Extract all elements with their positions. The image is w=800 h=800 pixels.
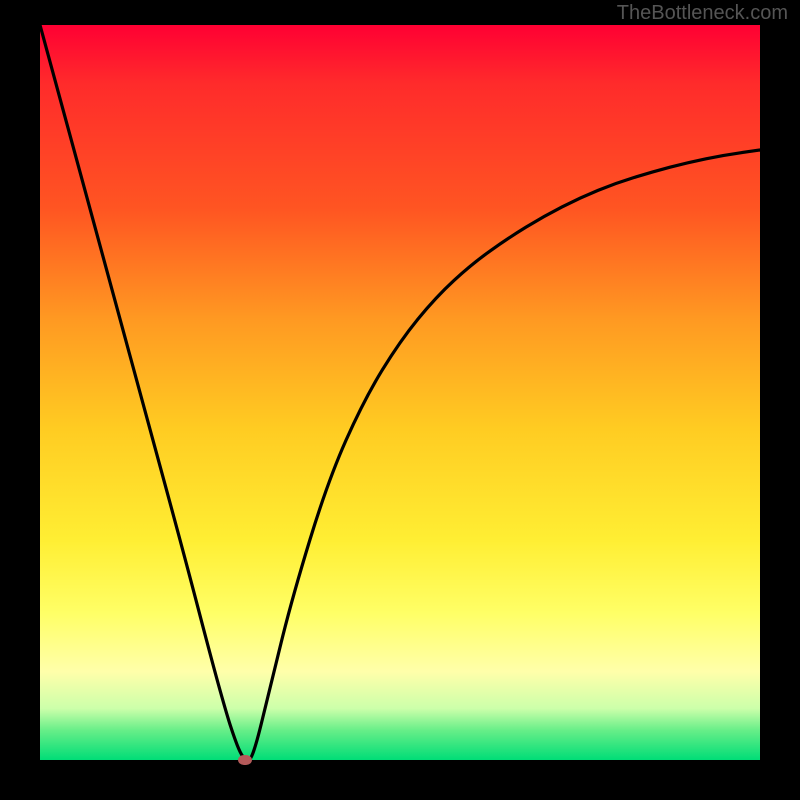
watermark-text: TheBottleneck.com	[617, 2, 788, 25]
chart-container: TheBottleneck.com	[0, 0, 800, 800]
minimum-marker-icon	[238, 755, 252, 765]
frame-right	[760, 0, 800, 800]
frame-bottom	[0, 760, 800, 800]
plot-gradient-background	[40, 25, 760, 760]
frame-left	[0, 0, 40, 800]
